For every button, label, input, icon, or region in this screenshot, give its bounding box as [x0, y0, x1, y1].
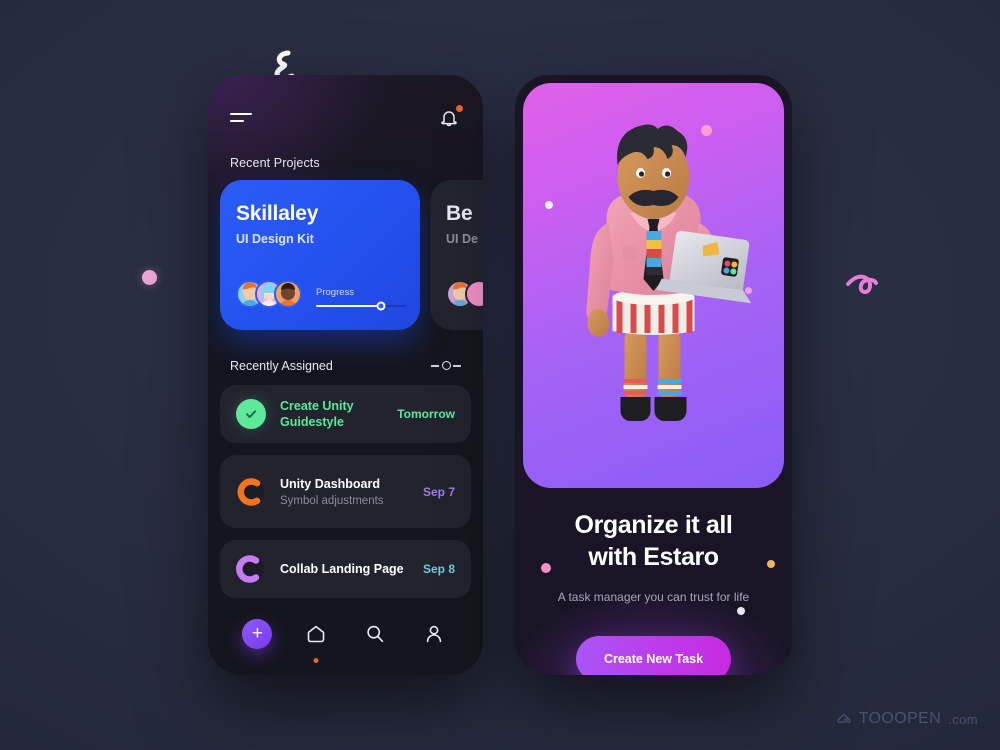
task-title: Create Unity Guidestyle: [280, 398, 354, 430]
progress-ring-icon: [236, 554, 266, 584]
task-date: Tomorrow: [397, 407, 455, 421]
promo-content: Organize it all with Estaro A task manag…: [515, 465, 792, 675]
task-text: Collab Landing Page: [280, 561, 415, 578]
squiggle-icon: [846, 274, 878, 295]
task-text: Create Unity Guidestyle: [280, 398, 389, 431]
task-date: Sep 7: [422, 484, 455, 499]
task-row[interactable]: Create Unity Guidestyle Tomorrow: [220, 385, 471, 443]
progress-fill: [316, 304, 381, 307]
cloud-home-icon: [837, 713, 851, 723]
progress-knob[interactable]: [376, 301, 386, 311]
bottom-navigation: +: [208, 591, 483, 675]
project-card-skillaley[interactable]: Skillaley UI Design Kit Progress: [220, 180, 420, 330]
project-subtitle: UI De: [446, 232, 478, 246]
avatar-group[interactable]: [236, 280, 302, 308]
watermark-name: TOOOPEN: [858, 710, 942, 727]
promo-headline-line1: Organize it all: [574, 511, 733, 539]
home-icon: [307, 625, 325, 643]
task-title: Collab Landing Page: [280, 561, 404, 576]
notification-badge: [456, 105, 463, 112]
task-title: Unity Dashboard: [280, 476, 381, 491]
notification-bell-icon[interactable]: [437, 105, 463, 130]
create-new-task-button[interactable]: Create New Task: [576, 636, 731, 675]
progress-track[interactable]: [316, 301, 406, 311]
task-list: Create Unity Guidestyle Tomorrow Unity D…: [220, 385, 471, 610]
hamburger-menu-icon[interactable]: [230, 111, 252, 125]
right-phone-mockup: Organize it all with Estaro A task manag…: [515, 75, 792, 675]
recently-assigned-title: Recently Assigned: [230, 359, 333, 373]
task-description: Symbol adjustments: [280, 495, 384, 508]
search-icon: [367, 625, 384, 643]
recent-projects-title: Recent Projects: [230, 156, 320, 170]
left-phone-screen: Recent Projects Skillaley UI Design Kit: [208, 75, 483, 675]
project-name: Be: [446, 202, 473, 225]
avatar-group[interactable]: [446, 280, 483, 308]
task-row[interactable]: Collab Landing Page Sep 8: [220, 540, 471, 598]
app-topbar: [208, 101, 483, 135]
progress-ring-icon: [236, 477, 266, 507]
task-text: Unity Dashboard Symbol adjustments: [280, 476, 415, 508]
progress-label: Progress: [316, 286, 355, 298]
nav-active-dot: [313, 658, 319, 663]
project-card-footer: Progress: [236, 280, 406, 311]
projects-carousel[interactable]: Skillaley UI Design Kit Progress Be UI D…: [208, 180, 483, 330]
watermark: TOOOPEN .com: [836, 710, 978, 728]
check-circle-icon: [236, 399, 266, 429]
avatar: [274, 280, 302, 308]
nav-add-button[interactable]: +: [238, 615, 276, 653]
project-card-footer: [446, 280, 483, 308]
promo-subtitle: A task manager you can trust for life: [557, 590, 750, 604]
nav-profile-button[interactable]: [415, 615, 453, 653]
project-card-secondary[interactable]: Be UI De: [430, 180, 483, 330]
hero-illustration-panel: [523, 83, 784, 488]
promo-headline: Organize it all with Estaro: [539, 509, 768, 573]
3d-man-with-laptop-illustration: [585, 124, 751, 421]
recently-assigned-header: Recently Assigned: [230, 359, 461, 373]
profile-icon: [426, 625, 441, 643]
task-date: Sep 8: [422, 562, 455, 576]
slider-filter-icon[interactable]: [431, 360, 461, 372]
project-subtitle: UI Design Kit: [236, 232, 314, 246]
progress-control[interactable]: Progress: [316, 286, 406, 311]
left-phone-mockup: Recent Projects Skillaley UI Design Kit: [208, 75, 483, 675]
nav-search-button[interactable]: [356, 615, 394, 653]
project-name: Skillaley: [236, 202, 319, 225]
promo-headline-line2: with Estaro: [588, 543, 719, 571]
nav-home-button[interactable]: [297, 615, 335, 663]
task-row[interactable]: Unity Dashboard Symbol adjustments Sep 7: [220, 455, 471, 528]
right-phone-screen: Organize it all with Estaro A task manag…: [515, 75, 792, 675]
plus-icon[interactable]: +: [242, 619, 273, 649]
watermark-suffix: .com: [948, 711, 978, 727]
decorative-dot: [142, 270, 157, 285]
